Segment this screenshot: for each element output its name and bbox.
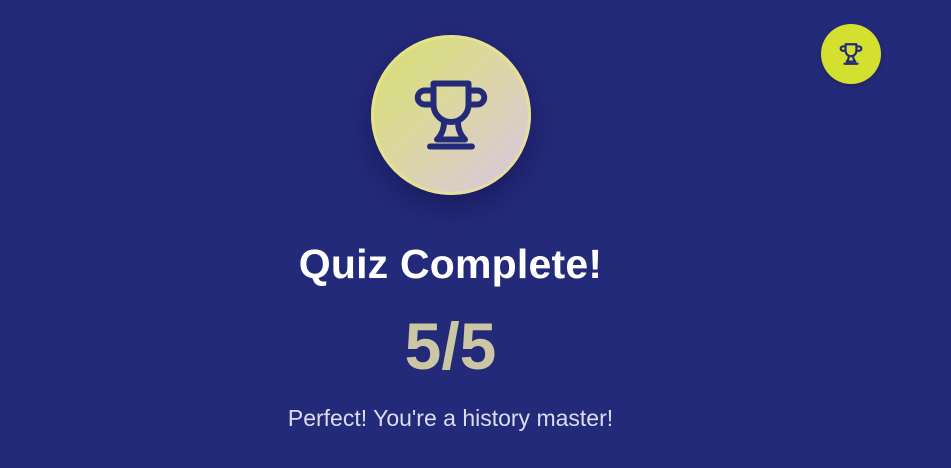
trophy-icon: [839, 43, 863, 65]
quiz-results-page: Quiz Complete! 5/5 Perfect! You're a his…: [0, 0, 951, 468]
score-value: 5/5: [404, 309, 497, 383]
trophy-emblem: [371, 35, 531, 195]
trophy-badge-button[interactable]: [821, 24, 881, 84]
result-message: Perfect! You're a history master!: [287, 405, 614, 431]
trophy-icon: [414, 80, 488, 150]
result-title: Quiz Complete!: [298, 241, 603, 287]
